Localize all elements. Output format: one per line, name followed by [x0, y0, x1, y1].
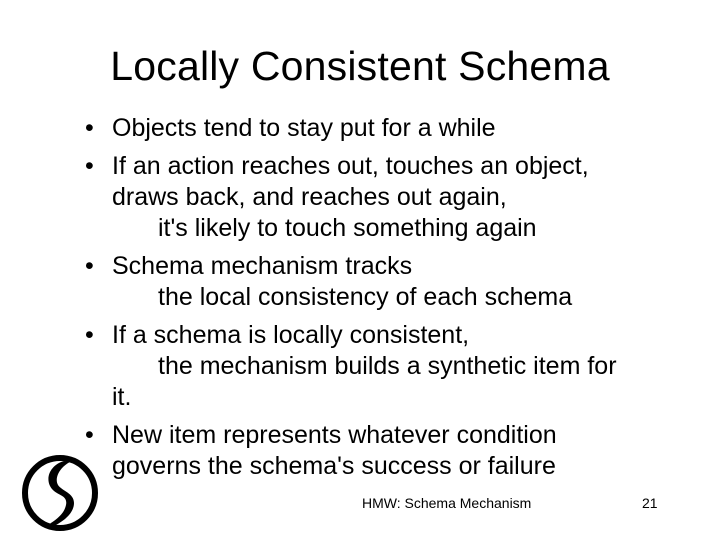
bullet-mark: •: [85, 114, 94, 142]
bullet-line-indented: it's likely to touch something again: [158, 214, 537, 242]
bullet-list: • Objects tend to stay put for a while •…: [84, 113, 704, 489]
bullet-mark: •: [85, 152, 94, 180]
bullet-line: governs the schema's success or failure: [112, 452, 556, 480]
bullet-line: draws back, and reaches out again,: [112, 183, 507, 211]
bullet-line: it.: [112, 383, 132, 411]
page-number: 21: [642, 495, 658, 511]
bullet-item: • Schema mechanism tracks the local cons…: [84, 251, 704, 313]
bullet-item: • New item represents whatever condition…: [84, 420, 704, 482]
bullet-mark: •: [85, 252, 94, 280]
bullet-line-indented: the mechanism builds a synthetic item fo…: [158, 352, 617, 380]
bullet-item: • Objects tend to stay put for a while: [84, 113, 704, 144]
slide: Locally Consistent Schema • Objects tend…: [0, 0, 720, 540]
bullet-line: If a schema is locally consistent,: [112, 321, 470, 349]
bullet-line-indented: the local consistency of each schema: [158, 283, 573, 311]
slide-title: Locally Consistent Schema: [110, 43, 610, 89]
bullet-item: • If a schema is locally consistent, the…: [84, 320, 704, 413]
bullet-mark: •: [85, 421, 94, 449]
bullet-line: If an action reaches out, touches an obj…: [112, 152, 589, 180]
stylized-swirl-logo-icon: [22, 455, 98, 531]
bullet-line: New item represents whatever condition: [112, 421, 557, 449]
bullet-line: Objects tend to stay put for a while: [112, 114, 496, 142]
bullet-line: Schema mechanism tracks: [112, 252, 413, 280]
bullet-mark: •: [85, 321, 94, 349]
footer-text: HMW: Schema Mechanism: [362, 495, 532, 511]
bullet-item: • If an action reaches out, touches an o…: [84, 151, 704, 244]
